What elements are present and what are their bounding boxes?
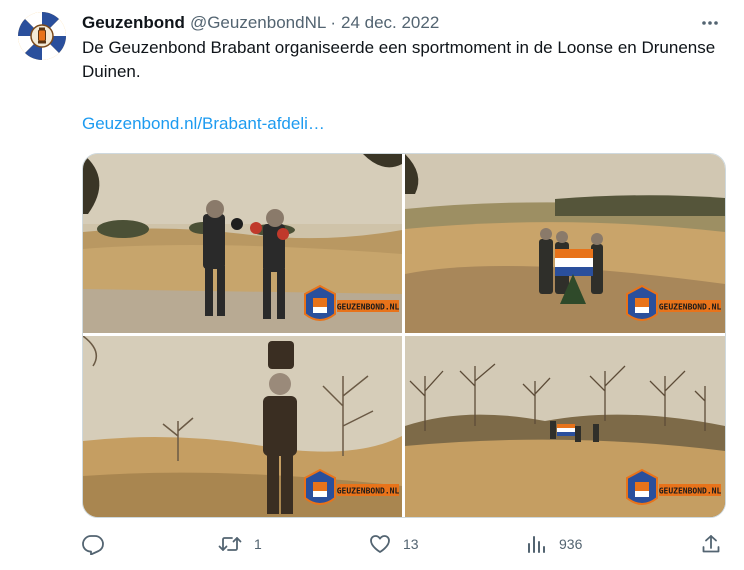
- photo-hill[interactable]: GEUZENBOND.NL: [405, 336, 725, 517]
- display-name[interactable]: Geuzenbond: [82, 13, 185, 33]
- user-handle[interactable]: @GeuzenbondNL: [190, 13, 326, 33]
- tweet-link[interactable]: Geuzenbond.nl/Brabant-afdeli…: [82, 112, 325, 136]
- reply-icon: [82, 535, 104, 555]
- action-bar: 1 13 936: [82, 530, 722, 558]
- like-icon: [370, 535, 390, 553]
- share-button[interactable]: [700, 530, 722, 558]
- tweet-header: Geuzenbond @GeuzenbondNL · 24 dec. 2022: [82, 12, 724, 34]
- retweet-button[interactable]: 1: [218, 530, 262, 558]
- tweet-date[interactable]: 24 dec. 2022: [341, 13, 439, 33]
- geuzenbond-logo-icon: [18, 12, 66, 60]
- tweet-text: De Geuzenbond Brabant organiseerde een s…: [82, 38, 716, 81]
- media-grid: GEUZENBOND.NL GEUZENBOND.NL GEUZENBOND.N…: [82, 153, 726, 518]
- avatar[interactable]: [18, 12, 66, 60]
- photo-lifting[interactable]: GEUZENBOND.NL: [83, 336, 402, 517]
- watermark-text: GEUZENBOND.NL: [337, 303, 400, 312]
- more-icon: [702, 21, 718, 25]
- watermark-text: GEUZENBOND.NL: [337, 487, 400, 496]
- separator: ·: [330, 13, 336, 32]
- share-icon: [702, 535, 720, 553]
- photo-boxing[interactable]: GEUZENBOND.NL: [83, 154, 402, 333]
- photo-flag-group[interactable]: GEUZENBOND.NL: [405, 154, 725, 333]
- retweet-icon: [218, 537, 242, 551]
- reply-button[interactable]: [82, 530, 116, 558]
- views-count: 936: [559, 536, 583, 552]
- retweet-count: 1: [254, 536, 262, 552]
- views-icon: [528, 536, 545, 553]
- more-button[interactable]: [696, 12, 724, 34]
- watermark-text: GEUZENBOND.NL: [659, 487, 722, 496]
- like-button[interactable]: 13: [369, 530, 419, 558]
- views-button[interactable]: 936: [525, 530, 582, 558]
- like-count: 13: [403, 536, 419, 552]
- watermark-text: GEUZENBOND.NL: [659, 303, 722, 312]
